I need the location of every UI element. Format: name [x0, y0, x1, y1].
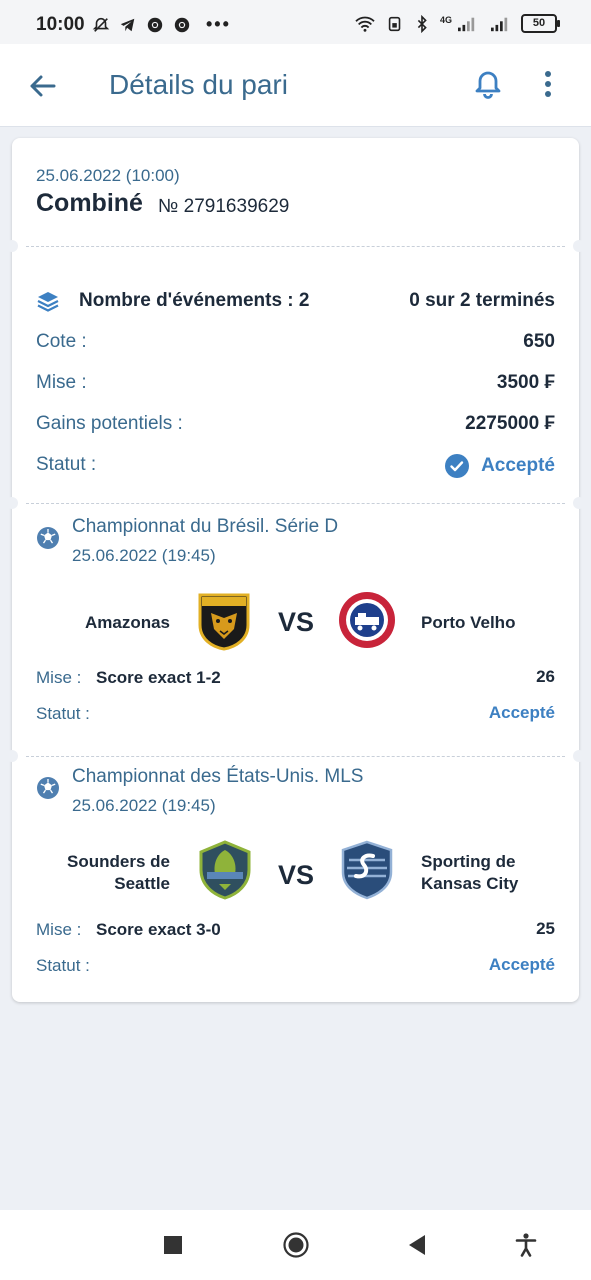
chrome-icon — [174, 17, 190, 32]
wifi-icon — [355, 16, 375, 32]
potential-winnings-row: Gains potentiels : 2275000 ₣ — [36, 413, 555, 441]
event-odds: 26 — [536, 667, 555, 686]
versus-label: VS — [277, 860, 315, 890]
bet-type: Combiné — [36, 189, 143, 217]
event-block[interactable]: Championnat du Brésil. Série D 25.06.202… — [12, 508, 579, 743]
bell-icon[interactable] — [470, 66, 506, 102]
event-date: 25.06.2022 (19:45) — [72, 796, 216, 815]
status-bar: 10:00 ••• 4G 50 — [0, 0, 591, 44]
bet-date: 25.06.2022 (10:00) — [36, 166, 180, 185]
amazonas-logo-icon — [198, 593, 250, 651]
home-team: Sounders de Seattle — [67, 852, 170, 893]
more-vertical-icon[interactable] — [534, 66, 562, 102]
divider — [26, 756, 565, 757]
recents-square-icon[interactable] — [160, 1232, 186, 1258]
status-row: Statut : Accepté — [36, 454, 555, 482]
bluetooth-icon — [417, 14, 427, 33]
football-icon — [37, 527, 59, 549]
more-dots-icon: ••• — [206, 14, 231, 34]
event-block[interactable]: Championnat des États-Unis. MLS 25.06.20… — [12, 758, 579, 993]
status-time: 10:00 — [36, 14, 85, 35]
battery-icon: 50 — [521, 14, 560, 33]
status-label: Statut : — [36, 454, 97, 475]
seattle-sounders-logo-icon — [199, 840, 251, 900]
divider — [26, 503, 565, 504]
divider — [26, 246, 565, 247]
pick-value: Score exact 1-2 — [96, 668, 221, 687]
event-status-label: Statut : — [36, 956, 90, 975]
odds-row: Cote : 650 — [36, 331, 555, 359]
signal-icon — [458, 17, 475, 31]
chrome-icon — [147, 17, 163, 32]
network-type: 4G — [439, 14, 452, 25]
signal-icon — [491, 17, 508, 31]
sporting-kc-logo-icon — [341, 840, 393, 900]
status-badge: Accepté — [445, 454, 555, 478]
telegram-icon — [120, 18, 135, 31]
check-circle-icon — [445, 454, 470, 478]
arrow-left-icon[interactable] — [24, 68, 60, 104]
pick-label: Mise : — [36, 920, 82, 939]
event-status-value: Accepté — [488, 955, 555, 974]
home-circle-icon[interactable] — [283, 1232, 309, 1258]
page-title: Détails du pari — [109, 69, 288, 100]
event-status-value: Accepté — [488, 703, 555, 722]
home-team: Amazonas — [84, 613, 170, 632]
event-date: 25.06.2022 (19:45) — [72, 546, 216, 565]
back-triangle-icon[interactable] — [404, 1232, 430, 1258]
stake-value: 3500 ₣ — [496, 372, 555, 393]
bet-ticket-card: 25.06.2022 (10:00) Combiné № 2791639629 … — [6, 138, 585, 1002]
accessibility-icon[interactable] — [513, 1232, 539, 1258]
league-name: Championnat des États-Unis. MLS — [72, 766, 364, 787]
status-value: Accepté — [481, 455, 555, 476]
stake-row: Mise : 3500 ₣ — [36, 372, 555, 400]
event-status-label: Statut : — [36, 704, 90, 723]
system-nav-bar — [0, 1210, 591, 1280]
events-count-row: Nombre d'événements : 2 0 sur 2 terminés — [36, 288, 555, 318]
football-icon — [37, 777, 59, 799]
status-left-icons: ••• — [92, 14, 231, 35]
league-name: Championnat du Brésil. Série D — [72, 516, 339, 537]
ticket-notch — [6, 240, 18, 252]
pick-label: Mise : — [36, 668, 82, 687]
away-team: Porto Velho — [421, 613, 516, 632]
odds-value: 650 — [523, 331, 555, 352]
potential-winnings-label: Gains potentiels : — [36, 413, 183, 434]
sim-icon — [388, 16, 401, 31]
ticket-notch — [573, 240, 585, 252]
layers-icon — [37, 292, 59, 312]
versus-label: VS — [277, 607, 315, 637]
app-bar: Détails du pari — [0, 44, 591, 127]
events-count-label: Nombre d'événements : 2 — [79, 290, 310, 311]
odds-label: Cote : — [36, 331, 87, 352]
status-right-icons: 4G 50 — [353, 14, 560, 33]
stake-label: Mise : — [36, 372, 87, 393]
porto-velho-logo-icon — [339, 592, 395, 648]
away-team: Sporting de Kansas City — [421, 852, 519, 893]
muted-notifications-icon — [92, 17, 110, 32]
pick-value: Score exact 3-0 — [96, 920, 221, 939]
events-finished: 0 sur 2 terminés — [409, 290, 555, 311]
event-odds: 25 — [536, 919, 555, 938]
bet-number: № 2791639629 — [158, 196, 290, 217]
potential-winnings-value: 2275000 ₣ — [465, 413, 555, 434]
